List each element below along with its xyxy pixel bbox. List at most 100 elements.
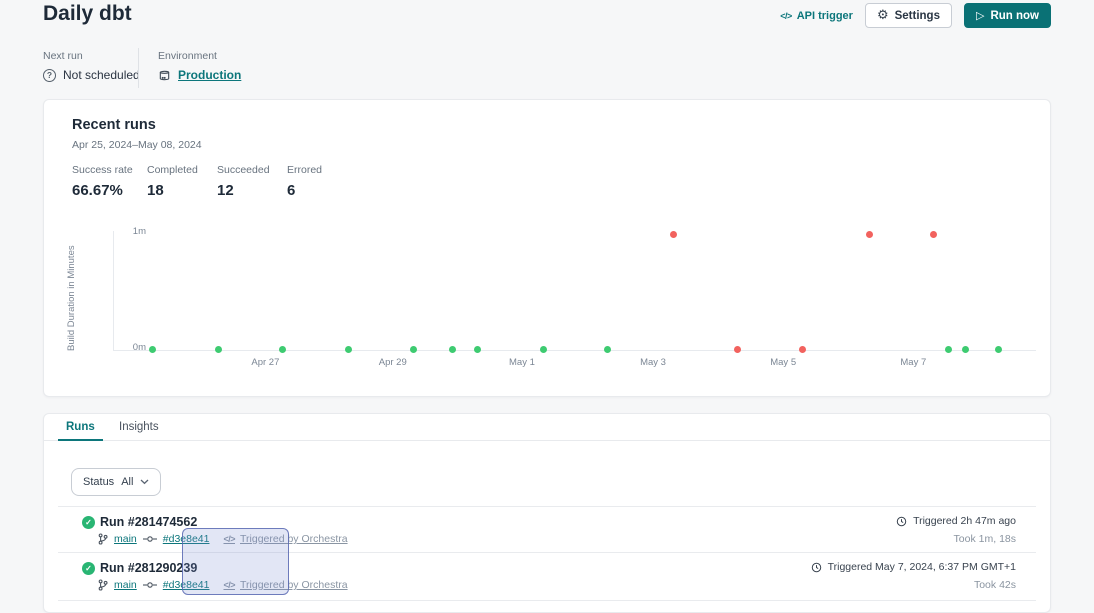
stat-value: 66.67% <box>72 182 147 199</box>
run-duration: Took 42s <box>974 579 1016 591</box>
commit-icon <box>143 581 157 589</box>
page-title: Daily dbt <box>43 2 132 26</box>
run-dot-error[interactable] <box>734 346 741 353</box>
run-dot-success[interactable] <box>945 346 952 353</box>
stat-value: 12 <box>217 182 287 199</box>
recent-runs-date-range: Apr 25, 2024–May 08, 2024 <box>72 139 202 151</box>
code-icon: </> <box>780 11 792 21</box>
run-dot-success[interactable] <box>540 346 547 353</box>
x-axis-tick: May 3 <box>640 357 666 368</box>
run-duration: Took 1m, 18s <box>954 533 1016 545</box>
status-filter-dropdown[interactable]: Status All <box>71 468 161 496</box>
status-filter-label: Status <box>83 476 114 488</box>
stat-label: Completed <box>147 164 217 176</box>
stat-label: Success rate <box>72 164 147 176</box>
run-dot-success[interactable] <box>474 346 481 353</box>
run-row: ✓ Run #281474562 main #d3e8e41 </> Trigg… <box>44 506 1050 552</box>
tab-runs[interactable]: Runs <box>66 421 95 433</box>
gear-icon: ⚙ <box>877 9 889 22</box>
recent-runs-card: Recent runs Apr 25, 2024–May 08, 2024 Su… <box>43 99 1051 397</box>
recent-runs-title: Recent runs <box>72 117 156 133</box>
chevron-down-icon <box>140 479 149 485</box>
x-axis-tick: May 7 <box>900 357 926 368</box>
branch-link[interactable]: main <box>114 533 137 545</box>
run-dot-success[interactable] <box>962 346 969 353</box>
run-dot-success[interactable] <box>279 346 286 353</box>
run-triggered: Triggered May 7, 2024, 6:37 PM GMT+1 <box>811 561 1016 573</box>
code-icon: </> <box>223 534 235 544</box>
run-dot-error[interactable] <box>866 231 873 238</box>
commit-icon <box>143 535 157 543</box>
stat-success-rate: Success rate 66.67% <box>72 164 147 199</box>
run-dot-error[interactable] <box>930 231 937 238</box>
api-trigger-label: API trigger <box>797 10 853 22</box>
environment-link[interactable]: Production <box>178 68 241 82</box>
run-dot-success[interactable] <box>449 346 456 353</box>
trigger-source-label: Triggered by Orchestra <box>240 579 348 591</box>
settings-label: Settings <box>895 10 940 22</box>
run-dot-success[interactable] <box>215 346 222 353</box>
x-axis-tick: May 1 <box>509 357 535 368</box>
run-dot-success[interactable] <box>604 346 611 353</box>
commit-link[interactable]: #d3e8e41 <box>163 533 210 545</box>
run-row: ✓ Run #281290239 main #d3e8e41 </> Trigg… <box>44 552 1050 600</box>
branch-link[interactable]: main <box>114 579 137 591</box>
tabs-row: Runs Insights <box>44 414 1050 441</box>
status-filter-value: All <box>121 476 133 488</box>
next-run-value: ? Not scheduled <box>43 68 140 82</box>
run-title: Run #281474562 <box>100 515 197 529</box>
trigger-source-link[interactable]: </> Triggered by Orchestra <box>223 533 347 545</box>
x-axis-tick: Apr 29 <box>379 357 407 368</box>
x-axis-tick: Apr 27 <box>251 357 279 368</box>
run-triggered-text: Triggered 2h 47m ago <box>913 515 1016 527</box>
x-axis-tick: May 5 <box>770 357 796 368</box>
run-now-label: Run now <box>990 10 1039 22</box>
run-dot-error[interactable] <box>799 346 806 353</box>
trigger-source-label: Triggered by Orchestra <box>240 533 348 545</box>
environment-value: Production <box>158 68 241 82</box>
git-branch-icon <box>98 579 108 591</box>
run-triggered: Triggered 2h 47m ago <box>896 515 1016 527</box>
run-meta: main #d3e8e41 </> Triggered by Orchestra <box>98 579 348 591</box>
play-icon: ▷ <box>976 10 984 21</box>
clock-icon <box>811 562 822 573</box>
meta-divider <box>138 48 139 88</box>
trigger-source-link[interactable]: </> Triggered by Orchestra <box>223 579 347 591</box>
run-dot-success[interactable] <box>149 346 156 353</box>
stat-value: 18 <box>147 182 217 199</box>
stat-value: 6 <box>287 182 347 199</box>
run-dot-error[interactable] <box>670 231 677 238</box>
commit-link[interactable]: #d3e8e41 <box>163 579 210 591</box>
git-branch-icon <box>98 533 108 545</box>
stat-label: Errored <box>287 164 347 176</box>
run-dot-success[interactable] <box>345 346 352 353</box>
run-dot-success[interactable] <box>410 346 417 353</box>
next-run-text: Not scheduled <box>63 68 140 82</box>
database-icon <box>158 69 171 82</box>
run-meta: main #d3e8e41 </> Triggered by Orchestra <box>98 533 348 545</box>
run-title: Run #281290239 <box>100 561 197 575</box>
active-tab-underline <box>58 439 103 441</box>
runs-card: Runs Insights Status All ✓ Run #28147456… <box>43 413 1051 613</box>
stat-label: Succeeded <box>217 164 287 176</box>
run-now-button[interactable]: ▷ Run now <box>964 3 1051 28</box>
stat-completed: Completed 18 <box>147 164 217 199</box>
y-axis-title: Build Duration in Minutes <box>66 231 77 351</box>
success-check-icon: ✓ <box>82 562 95 575</box>
stat-succeeded: Succeeded 12 <box>217 164 287 199</box>
help-circle-icon: ? <box>43 69 56 82</box>
run-triggered-text: Triggered May 7, 2024, 6:37 PM GMT+1 <box>828 561 1016 573</box>
stat-errored: Errored 6 <box>287 164 347 199</box>
run-dot-success[interactable] <box>995 346 1002 353</box>
settings-button[interactable]: ⚙ Settings <box>865 3 952 28</box>
api-trigger-link[interactable]: </> API trigger <box>780 10 853 22</box>
next-run-label: Next run <box>43 50 83 62</box>
code-icon: </> <box>223 580 235 590</box>
success-check-icon: ✓ <box>82 516 95 529</box>
tab-insights[interactable]: Insights <box>119 421 159 433</box>
stats-row: Success rate 66.67% Completed 18 Succeed… <box>72 164 347 199</box>
build-duration-chart: Apr 27Apr 29May 1May 3May 5May 7 <box>113 231 1036 351</box>
header-actions: </> API trigger ⚙ Settings ▷ Run now <box>780 3 1051 28</box>
environment-label: Environment <box>158 50 217 62</box>
clock-icon <box>896 516 907 527</box>
